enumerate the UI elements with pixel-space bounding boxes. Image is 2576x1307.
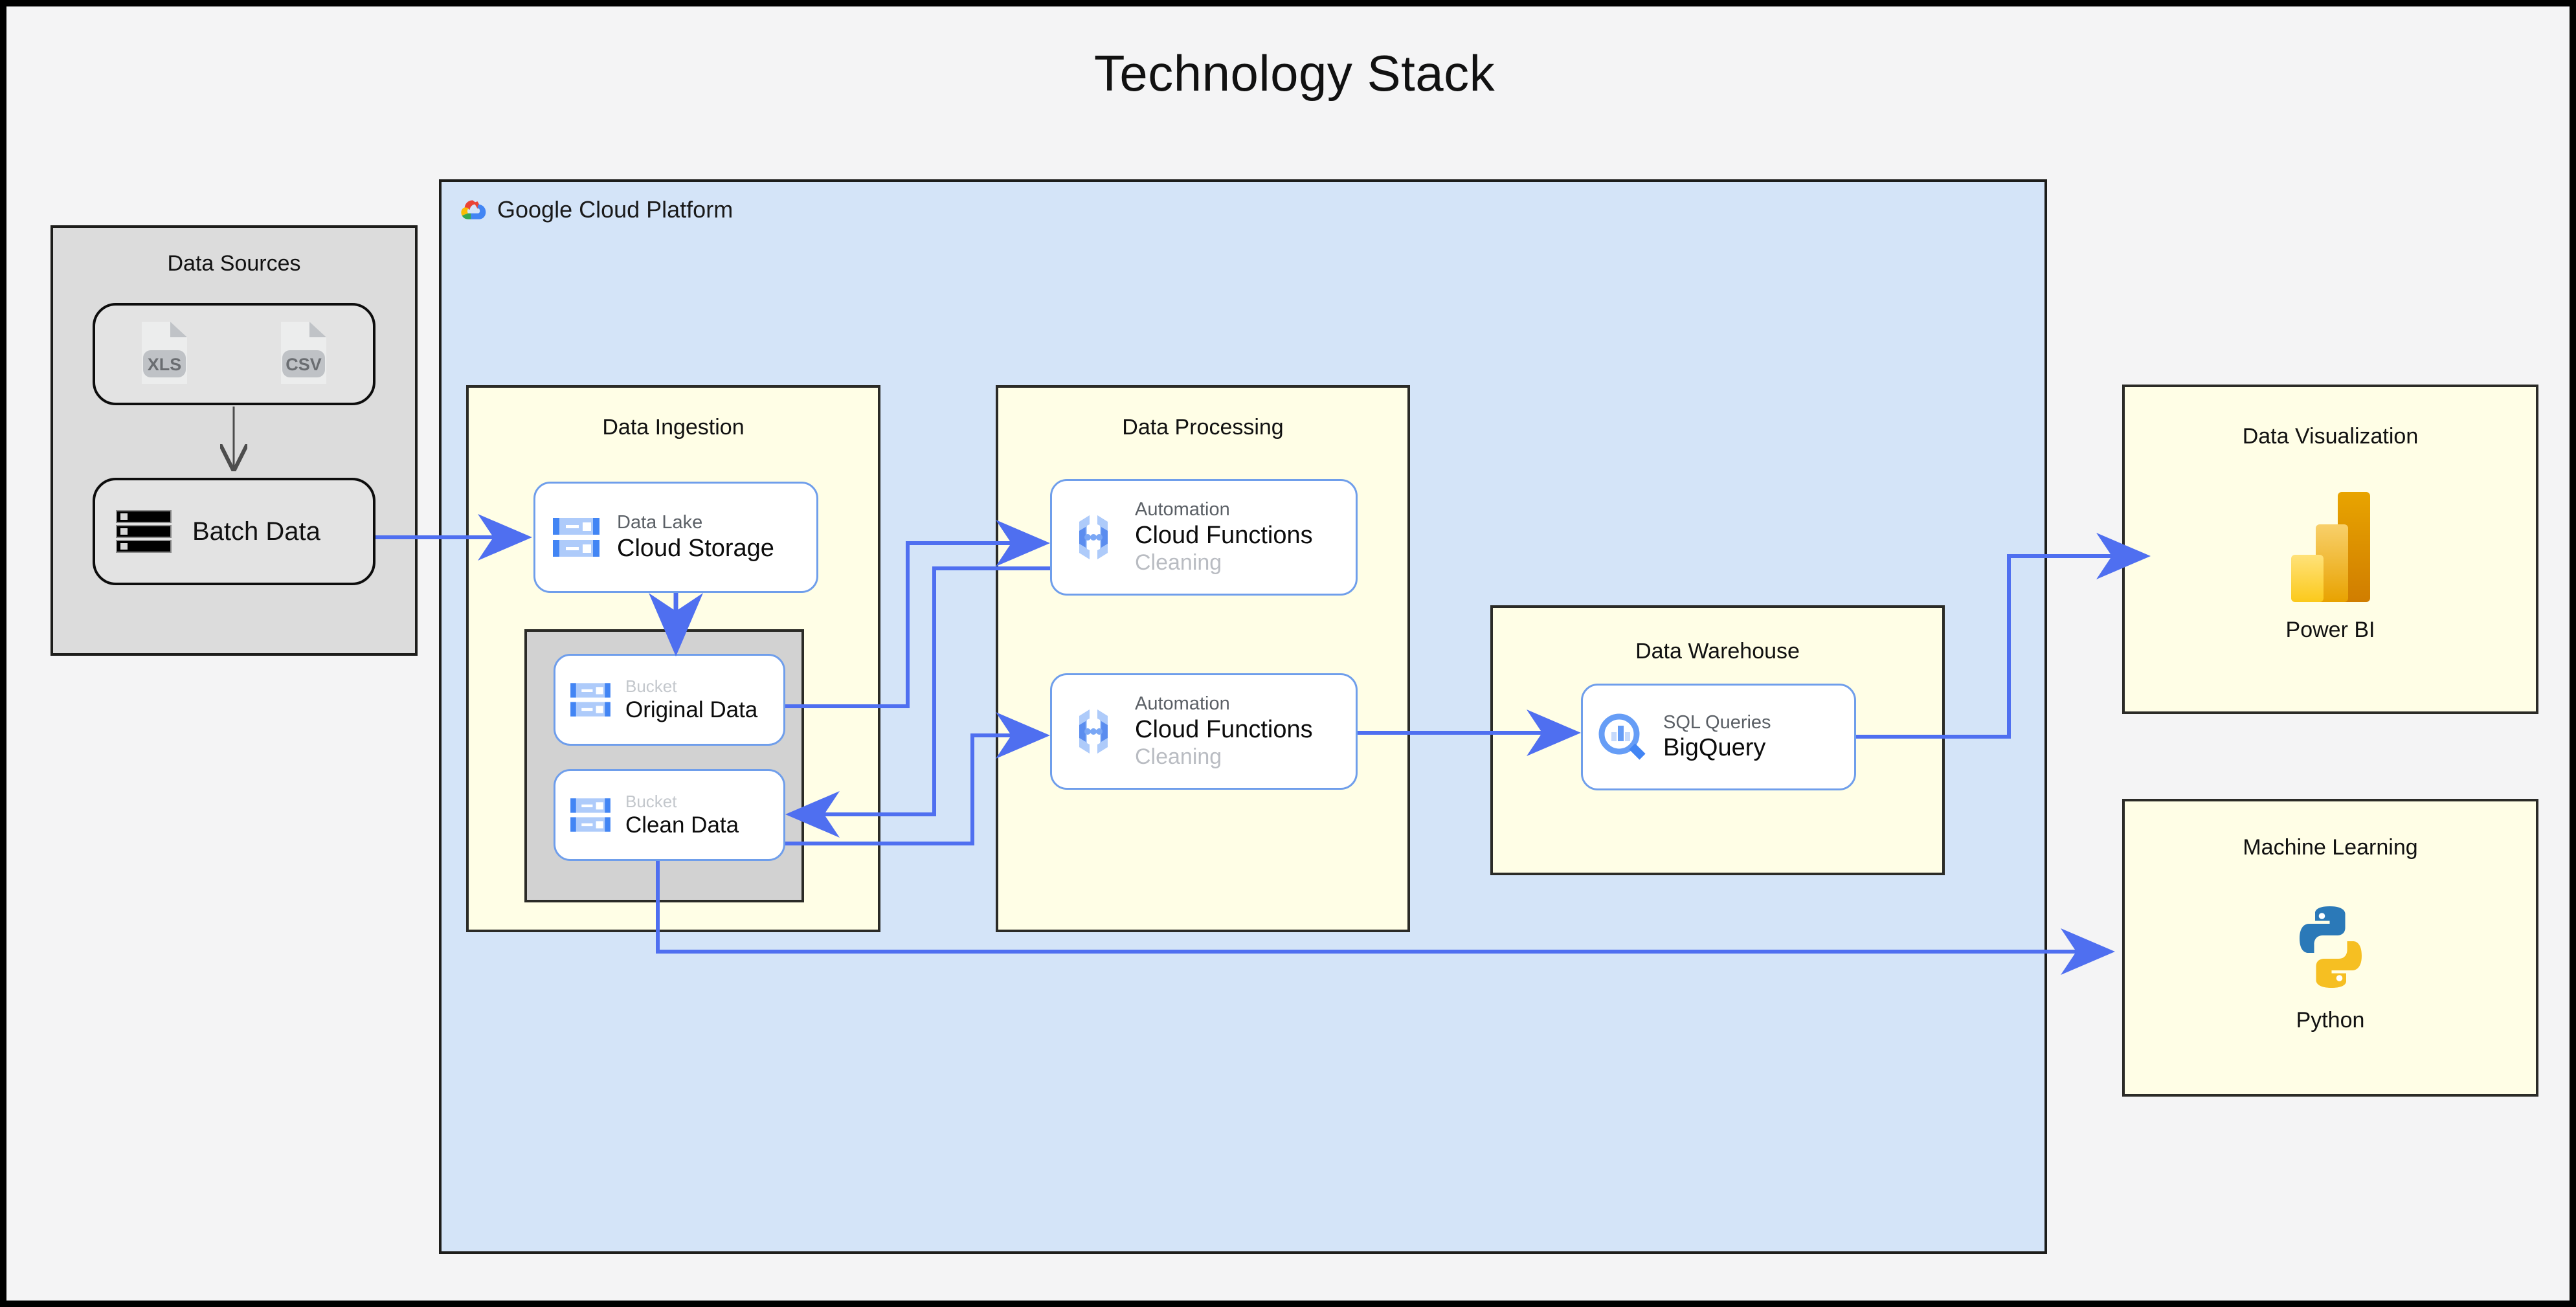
cloud-functions-top-sub: Automation — [1135, 498, 1313, 520]
data-visualization-title: Data Visualization — [2125, 424, 2536, 449]
data-warehouse-title: Data Warehouse — [1493, 639, 1942, 664]
cloud-functions-icon — [1052, 513, 1135, 562]
python-label: Python — [2125, 1008, 2536, 1033]
data-processing-zone: Data Processing — [996, 385, 1410, 932]
xls-file: XLS — [139, 320, 190, 388]
machine-learning-zone: Machine Learning Python — [2122, 799, 2538, 1097]
cloud-functions-icon — [1052, 707, 1135, 756]
original-data-sub: Bucket — [625, 676, 757, 697]
file-sources-card: XLS CSV — [93, 303, 375, 405]
data-sources-zone: Data Sources — [50, 225, 418, 656]
cloud-storage-icon — [535, 515, 617, 560]
cloud-storage-text: Data Lake Cloud Storage — [617, 511, 774, 563]
data-ingestion-title: Data Ingestion — [469, 415, 878, 440]
cloud-storage-node[interactable]: Data Lake Cloud Storage — [533, 482, 818, 593]
cloud-functions-bottom-text: Automation Cloud Functions Cleaning — [1135, 693, 1313, 770]
cloud-storage-title: Cloud Storage — [617, 534, 774, 563]
cloud-functions-top-text: Automation Cloud Functions Cleaning — [1135, 498, 1313, 575]
bigquery-text: SQL Queries BigQuery — [1663, 711, 1771, 763]
original-data-node[interactable]: Bucket Original Data — [554, 654, 785, 746]
gcp-label-text: Google Cloud Platform — [497, 196, 733, 223]
bigquery-icon — [1583, 713, 1663, 762]
cloud-functions-bottom-sub: Automation — [1135, 693, 1313, 715]
gcp-label-row: Google Cloud Platform — [460, 196, 733, 223]
data-sources-title: Data Sources — [53, 251, 415, 276]
clean-data-text: Bucket Clean Data — [625, 792, 739, 838]
batch-data-card[interactable]: Batch Data — [93, 478, 375, 585]
clean-data-node[interactable]: Bucket Clean Data — [554, 769, 785, 861]
bigquery-sub: SQL Queries — [1663, 711, 1771, 733]
power-bi-icon — [2289, 491, 2373, 607]
clean-data-sub: Bucket — [625, 792, 739, 812]
cloud-functions-top-note: Cleaning — [1135, 550, 1313, 575]
original-data-text: Bucket Original Data — [625, 676, 757, 723]
diagram-canvas: Technology Stack Google Cloud Platform D… — [0, 0, 2576, 1307]
cloud-functions-bottom-title: Cloud Functions — [1135, 715, 1313, 744]
batch-data-icon — [95, 509, 192, 554]
cloud-storage-icon — [555, 680, 625, 719]
machine-learning-title: Machine Learning — [2125, 835, 2536, 860]
google-cloud-logo-icon — [460, 197, 488, 222]
cloud-functions-node-bottom[interactable]: Automation Cloud Functions Cleaning — [1050, 673, 1358, 790]
csv-file: CSV — [278, 320, 329, 388]
csv-file-icon: CSV — [278, 320, 329, 388]
clean-data-title: Clean Data — [625, 812, 739, 838]
cloud-functions-top-title: Cloud Functions — [1135, 521, 1313, 550]
bigquery-title: BigQuery — [1663, 733, 1771, 763]
batch-data-label: Batch Data — [192, 517, 320, 546]
original-data-title: Original Data — [625, 697, 757, 723]
svg-text:CSV: CSV — [286, 355, 322, 374]
cloud-functions-node-top[interactable]: Automation Cloud Functions Cleaning — [1050, 479, 1358, 596]
cloud-storage-sub: Data Lake — [617, 511, 774, 533]
page-title: Technology Stack — [6, 44, 2576, 103]
xls-file-icon: XLS — [139, 320, 190, 388]
bigquery-node[interactable]: SQL Queries BigQuery — [1581, 684, 1856, 790]
svg-text:XLS: XLS — [148, 355, 182, 374]
cloud-storage-icon — [555, 796, 625, 834]
power-bi-label: Power BI — [2125, 618, 2536, 643]
data-processing-title: Data Processing — [998, 415, 1407, 440]
python-icon — [2282, 899, 2379, 999]
data-visualization-zone: Data Visualization — [2122, 385, 2538, 714]
cloud-functions-bottom-note: Cleaning — [1135, 744, 1313, 770]
